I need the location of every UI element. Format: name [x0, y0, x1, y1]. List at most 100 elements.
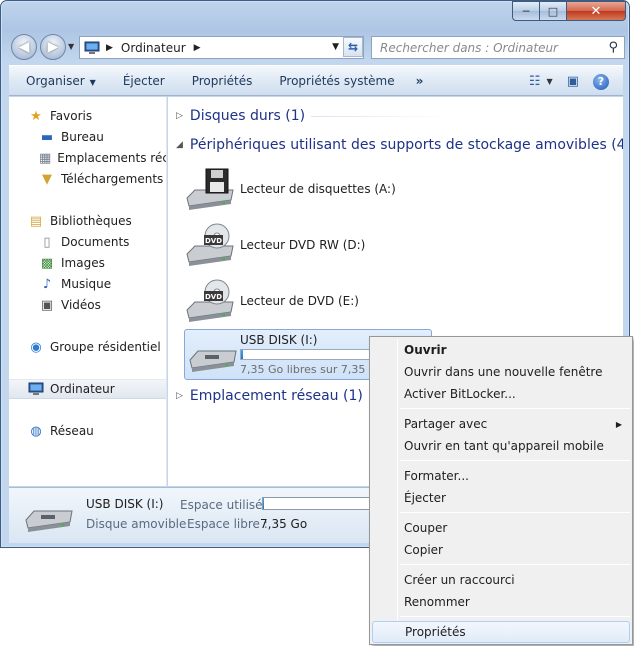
usb-drive-icon	[189, 350, 237, 372]
used-space-bar	[262, 497, 374, 510]
group-title: Emplacement réseau (1)	[189, 388, 363, 404]
search-input[interactable]: Rechercher dans : Ordinateur ⚲	[371, 36, 625, 59]
chevron-down-icon: ▼	[89, 77, 96, 87]
star-icon: ★	[30, 108, 42, 124]
breadcrumb-separator[interactable]: ▶	[106, 43, 113, 53]
help-icon[interactable]: ?	[593, 73, 609, 90]
recent-places-icon: ▦	[39, 150, 52, 166]
computer-icon	[28, 381, 44, 397]
sidebar-item-favorites[interactable]: ★ Favoris	[9, 106, 166, 126]
search-icon[interactable]: ⚲	[608, 40, 618, 55]
downloads-folder-icon: ▼	[42, 171, 52, 187]
menu-item-cut[interactable]: Couper	[372, 517, 630, 539]
sidebar-item-downloads[interactable]: ▼ Téléchargements	[9, 169, 166, 189]
navigation-bar: ◀ ▶ ▼ ▶ Ordinateur ▶ ▼ ⇆ Rechercher dans…	[11, 33, 627, 61]
sidebar-label: Images	[61, 256, 105, 270]
system-properties-button[interactable]: Propriétés système	[262, 74, 404, 88]
menu-item-format[interactable]: Formater...	[372, 465, 630, 487]
dvd-badge-text: DVD	[205, 293, 222, 301]
menu-item-share-with[interactable]: Partager avec ▶	[372, 413, 630, 435]
sidebar-label: Bureau	[61, 130, 104, 144]
menu-item-copy[interactable]: Copier	[372, 539, 630, 561]
sidebar-item-computer[interactable]: Ordinateur	[9, 379, 166, 399]
details-type: Disque amovible	[86, 517, 187, 531]
recent-pages-dropdown[interactable]: ▼	[68, 42, 74, 51]
menu-item-bitlocker[interactable]: Activer BitLocker...	[372, 383, 630, 405]
sidebar-item-pictures[interactable]: ▩ Images	[9, 253, 166, 273]
details-name: USB DISK (I:)	[86, 497, 164, 511]
address-bar[interactable]: ▶ Ordinateur ▶ ▼	[79, 36, 364, 59]
back-arrow-icon: ◀	[18, 39, 30, 55]
preview-pane-icon[interactable]: ▣	[567, 74, 579, 89]
group-header-network-location[interactable]: ▷ Emplacement réseau (1)	[176, 386, 363, 406]
dvd-badge-text: DVD	[205, 237, 222, 245]
minimize-button[interactable]: ─	[512, 1, 540, 21]
sidebar-item-desktop[interactable]: ▬ Bureau	[9, 127, 166, 147]
used-space-bar-fill	[263, 498, 265, 509]
forward-button[interactable]: ▶	[40, 34, 66, 60]
sidebar-item-documents[interactable]: ▯ Documents	[9, 232, 166, 252]
menu-item-open-new-window[interactable]: Ouvrir dans une nouvelle fenêtre	[372, 361, 630, 383]
expand-chevron-icon[interactable]: ▷	[176, 391, 183, 401]
videos-icon: ▣	[40, 297, 54, 313]
group-header-hard-disks[interactable]: ▷ Disques durs (1)	[176, 106, 452, 126]
music-icon: ♪	[42, 276, 52, 292]
sidebar-label: Favoris	[50, 109, 93, 123]
drive-dvd[interactable]: DVD Lecteur de DVD (E:)	[184, 275, 359, 327]
sidebar-item-libraries[interactable]: ▤ Bibliothèques	[9, 211, 166, 231]
group-divider	[311, 115, 452, 117]
network-icon: ◍	[30, 423, 42, 439]
menu-item-create-shortcut[interactable]: Créer un raccourci	[372, 569, 630, 591]
view-controls: ☷ ▼ ▣ ?	[515, 66, 623, 97]
menu-separator	[400, 408, 630, 409]
caption-buttons: ─ □ ✕	[512, 1, 626, 21]
free-space-label: Espace libre :	[187, 517, 268, 531]
maximize-button[interactable]: □	[540, 1, 567, 21]
menu-item-eject[interactable]: Éjecter	[372, 487, 630, 509]
sidebar-item-recent-places[interactable]: ▦ Emplacements récer	[9, 148, 166, 168]
sidebar-item-network[interactable]: ◍ Réseau	[9, 421, 166, 441]
expand-chevron-icon[interactable]: ▷	[176, 111, 183, 121]
menu-separator	[400, 460, 630, 461]
change-view-icon[interactable]: ☷	[529, 74, 541, 89]
sidebar-item-music[interactable]: ♪ Musique	[9, 274, 166, 294]
back-button[interactable]: ◀	[11, 34, 37, 60]
menu-label: Partager avec	[404, 417, 488, 431]
sidebar-label: Vidéos	[61, 298, 101, 312]
menu-item-open[interactable]: Ouvrir	[372, 339, 630, 361]
computer-icon	[84, 41, 100, 54]
eject-button[interactable]: Éjecter	[106, 74, 175, 88]
breadcrumb-computer[interactable]: Ordinateur	[121, 41, 186, 55]
navigation-pane: ★ Favoris ▬ Bureau ▦ Emplacements récer ▼ Té…	[9, 97, 167, 486]
group-header-removable[interactable]: ◢ Périphériques utilisant des supports d…	[176, 135, 623, 155]
more-commands-button[interactable]: »	[405, 74, 434, 88]
organize-menu[interactable]: Organiser ▼	[9, 74, 106, 88]
submenu-arrow-icon: ▶	[615, 419, 622, 429]
collapse-chevron-icon[interactable]: ◢	[176, 140, 183, 150]
properties-button[interactable]: Propriétés	[175, 74, 263, 88]
sidebar-label: Bibliothèques	[50, 214, 132, 228]
drive-floppy[interactable]: Lecteur de disquettes (A:)	[184, 163, 396, 215]
close-button[interactable]: ✕	[567, 1, 626, 21]
documents-icon: ▯	[43, 234, 51, 250]
menu-item-open-as-mobile[interactable]: Ouvrir en tant qu'appareil mobile	[372, 435, 630, 457]
libraries-icon: ▤	[29, 213, 43, 229]
drive-dvd-rw[interactable]: DVD Lecteur DVD RW (D:)	[184, 219, 365, 271]
menu-item-rename[interactable]: Renommer	[372, 591, 630, 613]
context-menu: Ouvrir Ouvrir dans une nouvelle fenêtre …	[369, 336, 633, 645]
address-dropdown-icon[interactable]: ▼	[332, 42, 339, 52]
drive-label: Lecteur de DVD (E:)	[240, 294, 359, 308]
menu-separator	[400, 512, 630, 513]
menu-separator	[400, 564, 630, 565]
refresh-button[interactable]: ⇆	[343, 37, 363, 57]
free-space-text: 7,35 Go libres sur 7,35 Go	[240, 363, 385, 376]
sidebar-item-homegroup[interactable]: ◉ Groupe résidentiel	[9, 337, 166, 357]
breadcrumb-chevron-icon[interactable]: ▶	[194, 43, 201, 53]
view-dropdown-icon[interactable]: ▼	[547, 77, 553, 86]
command-bar: Organiser ▼ Éjecter Propriétés Propriétés…	[9, 65, 623, 96]
usb-drive-icon	[25, 510, 73, 532]
menu-item-properties[interactable]: Propriétés	[372, 621, 630, 643]
desktop-icon: ▬	[40, 129, 54, 145]
homegroup-icon: ◉	[30, 339, 42, 355]
sidebar-item-videos[interactable]: ▣ Vidéos	[9, 295, 166, 315]
